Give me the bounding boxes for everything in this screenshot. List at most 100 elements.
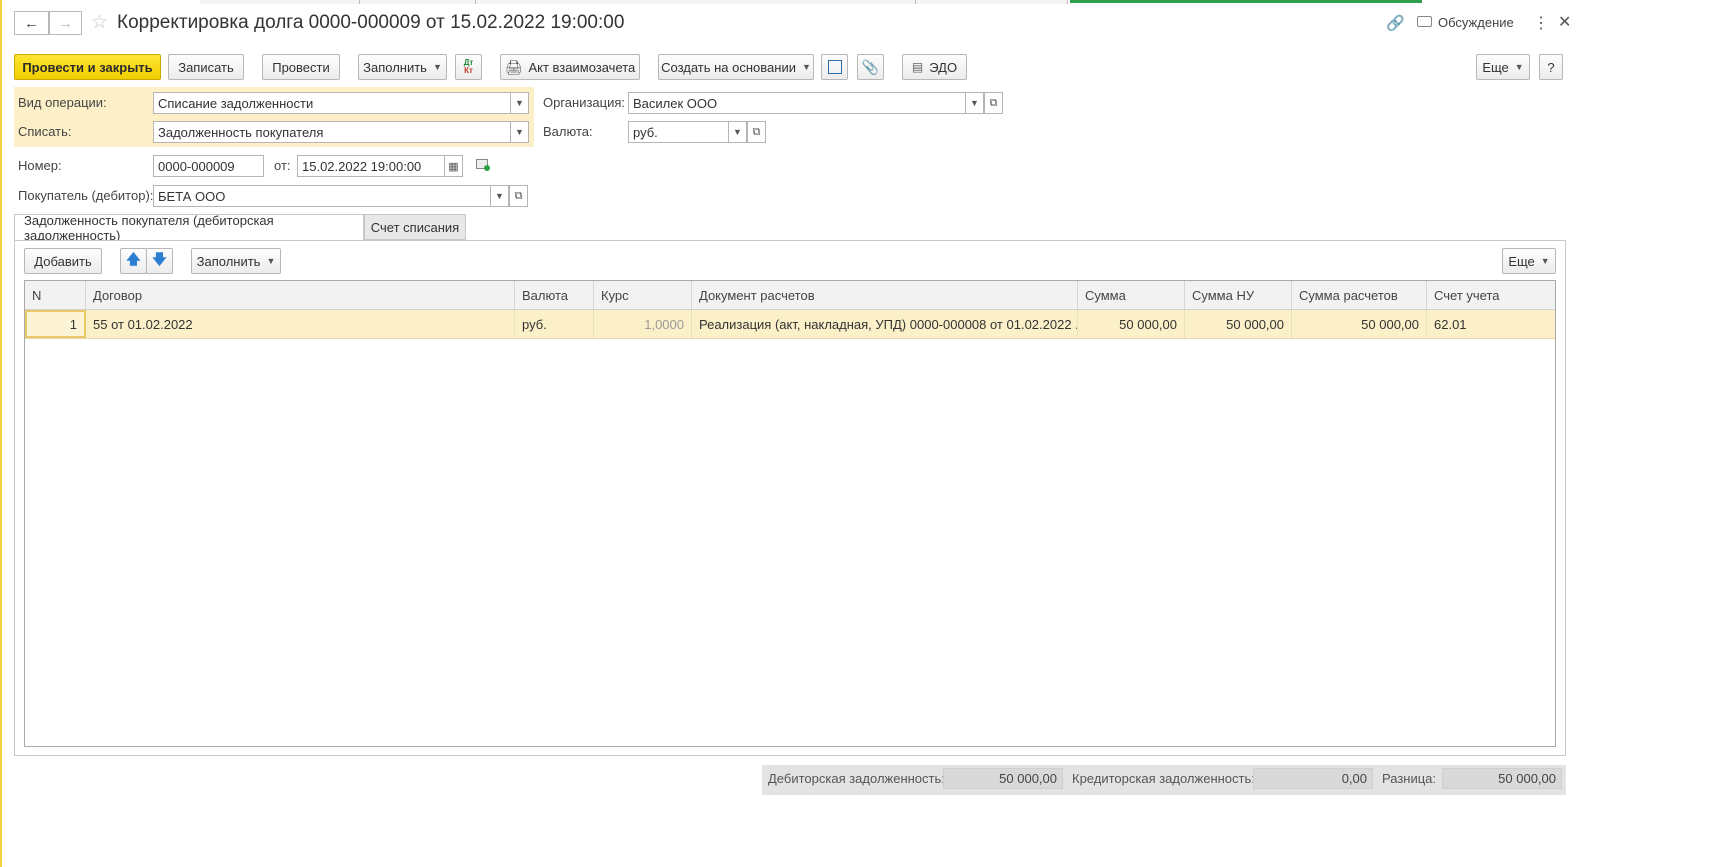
writeoff-label: Списать: — [18, 124, 72, 139]
col-header-account[interactable]: Счет учета — [1427, 281, 1555, 309]
col-header-sum-nu[interactable]: Сумма НУ — [1185, 281, 1292, 309]
col-header-currency[interactable]: Валюта — [515, 281, 594, 309]
table-header: N Договор Валюта Курс Документ расчетов … — [25, 281, 1555, 310]
date-label: от: — [274, 158, 291, 173]
help-label: ? — [1547, 59, 1555, 75]
cell-rate[interactable]: 1,0000 — [594, 310, 692, 338]
tab-writeoff-account-label: Счет списания — [370, 219, 460, 235]
tab-buyer-debt-label: Задолженность покупателя (дебиторская за… — [24, 213, 274, 243]
organization-label: Организация: — [543, 95, 626, 110]
more-button[interactable]: Еще ▼ — [1476, 54, 1530, 80]
cell-sum-settle[interactable]: 50 000,00 — [1292, 310, 1427, 338]
create-based-on-button[interactable]: Создать на основании ▼ — [658, 54, 814, 80]
arrow-up-icon: 🡅 — [126, 251, 141, 267]
forward-button[interactable]: → — [49, 11, 82, 35]
calendar-icon[interactable]: ▦ — [444, 155, 463, 177]
chevron-down-icon: ▼ — [1514, 62, 1524, 72]
chevron-down-icon: ▼ — [801, 62, 811, 72]
more-vertical-icon[interactable]: ⋮ — [1533, 13, 1549, 33]
window-tab-strip[interactable] — [916, 0, 1068, 4]
help-button[interactable]: ? — [1539, 54, 1563, 80]
organization-dropdown-icon[interactable]: ▼ — [965, 92, 984, 114]
number-edit-icon-badge — [484, 165, 490, 171]
col-header-contract[interactable]: Договор — [86, 281, 515, 309]
cell-contract[interactable]: 55 от 01.02.2022 — [86, 310, 515, 338]
cell-sum[interactable]: 50 000,00 — [1078, 310, 1185, 338]
left-accent-line — [0, 0, 2, 867]
currency-dropdown-icon[interactable]: ▼ — [728, 121, 747, 143]
table-row[interactable]: 1 55 от 01.02.2022 руб. 1,0000 Реализаци… — [25, 310, 1555, 339]
printer-icon: 🖨 — [504, 58, 523, 75]
number-label: Номер: — [18, 158, 62, 173]
arrow-right-icon: → — [58, 14, 73, 32]
save-label: Записать — [178, 59, 234, 75]
date-field[interactable]: 15.02.2022 19:00:00 — [297, 155, 445, 177]
buyer-dropdown-icon[interactable]: ▼ — [490, 185, 509, 207]
discussion-icon — [1417, 16, 1432, 27]
fill-dropdown-button[interactable]: Заполнить ▼ — [358, 54, 447, 80]
move-down-button[interactable]: 🡇 — [146, 248, 173, 274]
table-more-label: Еще — [1508, 253, 1535, 269]
dt-kt-button[interactable]: Дт Кт — [455, 54, 482, 80]
buyer-open-icon[interactable]: ⧉ — [509, 185, 528, 207]
back-button[interactable]: ← — [14, 11, 49, 35]
tab-writeoff-account[interactable]: Счет списания — [364, 214, 466, 240]
attach-button[interactable]: 📎 — [857, 54, 884, 80]
create-based-on-label: Создать на основании — [661, 59, 796, 75]
favorite-star-icon[interactable]: ☆ — [91, 11, 108, 34]
organization-open-icon[interactable]: ⧉ — [984, 92, 1003, 114]
cell-currency[interactable]: руб. — [515, 310, 594, 338]
move-up-button[interactable]: 🡅 — [120, 248, 147, 274]
table-fill-dropdown-button[interactable]: Заполнить ▼ — [191, 248, 281, 274]
chevron-down-icon: ▼ — [1540, 256, 1550, 266]
save-button[interactable]: Записать — [168, 54, 244, 80]
post-label: Провести — [272, 59, 330, 75]
col-header-document[interactable]: Документ расчетов — [692, 281, 1078, 309]
number-field[interactable]: 0000-000009 — [153, 155, 264, 177]
col-header-n[interactable]: N — [25, 281, 86, 309]
col-header-sum[interactable]: Сумма — [1078, 281, 1185, 309]
tab-buyer-debt[interactable]: Задолженность покупателя (дебиторская за… — [14, 213, 364, 243]
difference-label: Разница: — [1382, 771, 1437, 786]
close-icon[interactable]: ✕ — [1558, 12, 1571, 32]
chevron-down-icon: ▼ — [432, 62, 442, 72]
link-icon[interactable]: 🔗 — [1386, 14, 1405, 32]
cell-n[interactable]: 1 — [25, 310, 86, 338]
table-fill-label: Заполнить — [196, 253, 261, 269]
window-tab-strip[interactable] — [360, 0, 476, 4]
table-more-button[interactable]: Еще ▼ — [1502, 248, 1556, 274]
cell-sum-nu[interactable]: 50 000,00 — [1185, 310, 1292, 338]
col-header-rate[interactable]: Курс — [594, 281, 692, 309]
debt-table: N Договор Валюта Курс Документ расчетов … — [24, 280, 1556, 747]
window-tab-strip[interactable] — [200, 0, 360, 4]
more-label: Еще — [1482, 59, 1509, 75]
buyer-field[interactable]: БЕТА ООО — [153, 185, 491, 207]
operation-type-dropdown-icon[interactable]: ▼ — [510, 92, 529, 114]
organization-field[interactable]: Василек ООО — [628, 92, 966, 114]
number-edit-icon[interactable] — [476, 159, 490, 171]
act-offset-label: Акт взаимозачета — [528, 59, 636, 75]
structure-icon — [827, 60, 842, 74]
currency-open-icon[interactable]: ⧉ — [747, 121, 766, 143]
post-button[interactable]: Провести — [262, 54, 340, 80]
window-tab-strip[interactable] — [476, 0, 916, 4]
active-window-indicator — [1070, 0, 1422, 3]
add-row-button[interactable]: Добавить — [24, 248, 102, 274]
post-and-close-button[interactable]: Провести и закрыть — [14, 54, 161, 80]
writeoff-dropdown-icon[interactable]: ▼ — [510, 121, 529, 143]
writeoff-field[interactable]: Задолженность покупателя — [153, 121, 511, 143]
act-offset-button[interactable]: 🖨 Акт взаимозачета — [500, 54, 640, 80]
post-and-close-label: Провести и закрыть — [22, 59, 153, 75]
add-row-label: Добавить — [34, 253, 92, 269]
discussion-button[interactable]: Обсуждение — [1438, 15, 1514, 30]
cell-document[interactable]: Реализация (акт, накладная, УПД) 0000-00… — [692, 310, 1078, 338]
cell-account[interactable]: 62.01 — [1427, 310, 1555, 338]
credit-value: 0,00 — [1253, 768, 1373, 789]
col-header-sum-settle[interactable]: Сумма расчетов — [1292, 281, 1427, 309]
operation-type-field[interactable]: Списание задолженности — [153, 92, 511, 114]
dt-kt-icon: Кт — [464, 66, 473, 75]
structure-button[interactable] — [821, 54, 848, 80]
currency-field[interactable]: руб. — [628, 121, 729, 143]
edo-button[interactable]: ▤ ЭДО — [902, 54, 967, 80]
credit-label: Кредиторская задолженность: — [1072, 771, 1255, 786]
